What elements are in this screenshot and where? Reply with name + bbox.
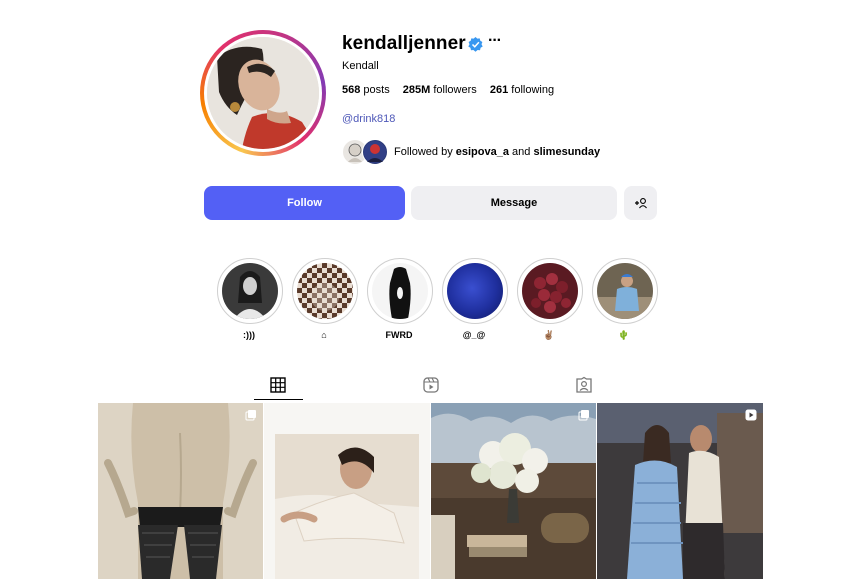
reels-icon[interactable] — [422, 376, 440, 394]
story-highlight[interactable] — [517, 258, 583, 324]
follow-button[interactable]: Follow — [204, 186, 405, 220]
followed-by-avatars[interactable] — [342, 139, 390, 165]
highlight-cover — [597, 263, 653, 319]
verified-badge-icon — [468, 37, 483, 52]
highlight-cover — [372, 263, 428, 319]
highlight-cover — [297, 263, 353, 319]
highlight-cover — [222, 263, 278, 319]
followed-by-user-link[interactable]: esipova_a — [456, 146, 509, 158]
post-thumbnail[interactable] — [264, 403, 430, 579]
story-highlight[interactable] — [367, 258, 433, 324]
post-thumbnail[interactable] — [597, 403, 763, 579]
post-thumbnail[interactable] — [98, 403, 263, 579]
highlight-label: ⌂ — [321, 330, 327, 340]
followers-count[interactable]: 285M followers — [403, 84, 477, 96]
highlight-cover — [522, 263, 578, 319]
highlight-cover — [447, 263, 503, 319]
posts-count: 568 posts — [342, 84, 390, 96]
story-highlight[interactable] — [217, 258, 283, 324]
more-options-button[interactable]: ··· — [488, 32, 502, 50]
grid-icon[interactable] — [269, 376, 287, 394]
add-user-icon — [634, 198, 647, 209]
carousel-icon — [578, 410, 589, 421]
highlight-label: @_@ — [462, 330, 486, 340]
profile-stats: 568 posts 285M followers 261 following — [342, 84, 564, 96]
bio-link[interactable]: @drink818 — [342, 113, 395, 125]
reel-icon — [745, 409, 757, 421]
message-button[interactable]: Message — [411, 186, 617, 220]
highlight-label: FWRD — [385, 330, 413, 340]
active-tab-indicator — [254, 399, 303, 400]
profile-avatar-ring[interactable] — [200, 30, 326, 156]
followed-by-text: Followed by esipova_a and slimesunday — [394, 146, 601, 158]
followed-by-user-link[interactable]: slimesunday — [533, 146, 600, 158]
carousel-icon — [245, 410, 256, 421]
profile-username: kendalljenner — [342, 33, 466, 54]
follower-avatar — [362, 139, 388, 165]
highlight-label: ✌🏽 — [543, 330, 555, 340]
story-highlight[interactable] — [442, 258, 508, 324]
tagged-icon[interactable] — [575, 376, 593, 394]
post-thumbnail[interactable] — [431, 403, 596, 579]
profile-full-name: Kendall — [342, 60, 379, 72]
story-highlight[interactable] — [292, 258, 358, 324]
profile-avatar — [207, 37, 319, 149]
following-count[interactable]: 261 following — [490, 84, 554, 96]
suggest-users-button[interactable] — [624, 186, 657, 220]
highlight-label: :))) — [243, 330, 255, 340]
highlight-label: 🌵 — [618, 330, 630, 340]
story-highlight[interactable] — [592, 258, 658, 324]
